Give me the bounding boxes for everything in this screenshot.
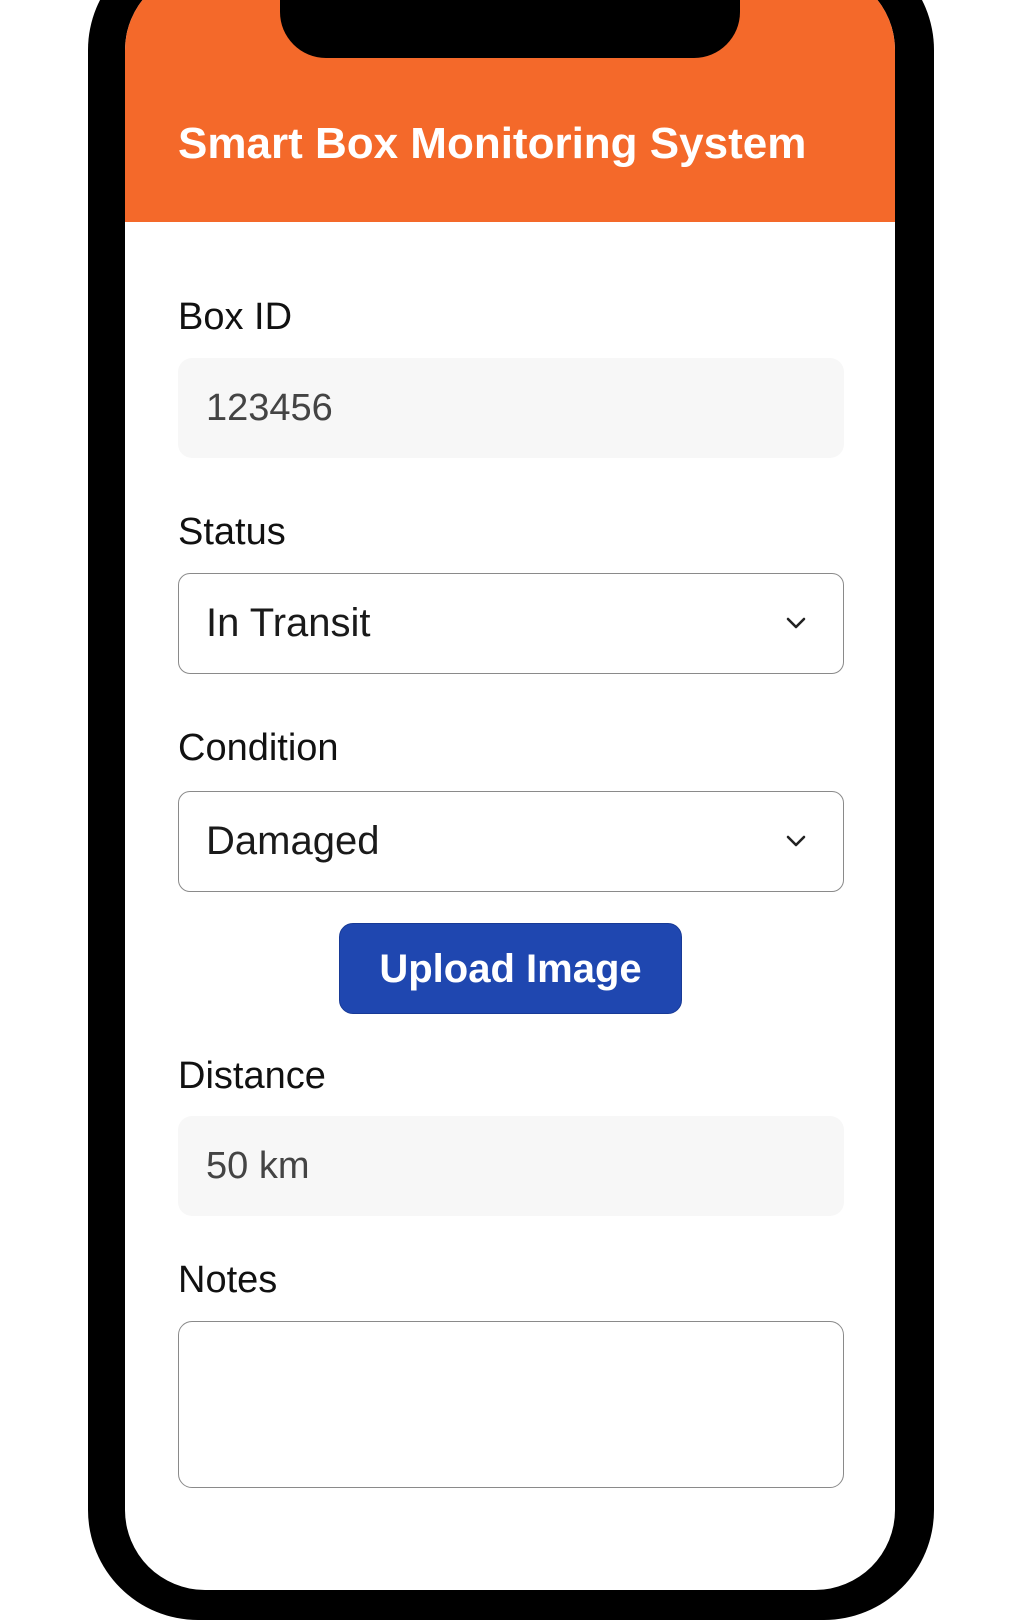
chevron-down-icon (786, 617, 806, 629)
condition-selected-value: Damaged (206, 819, 380, 863)
box-id-field[interactable]: 123456 (178, 358, 844, 458)
app-header: Smart Box Monitoring System (125, 0, 895, 222)
box-id-label: Box ID (178, 296, 293, 338)
distance-label: Distance (178, 1055, 326, 1097)
phone-notch (280, 0, 740, 58)
status-selected-value: In Transit (206, 601, 371, 645)
notes-label: Notes (178, 1259, 278, 1301)
status-select[interactable]: In Transit (178, 573, 844, 674)
condition-select[interactable]: Damaged (178, 791, 844, 892)
phone-screen: Smart Box Monitoring System Box ID 12345… (125, 0, 895, 1590)
upload-image-button[interactable]: Upload Image (339, 923, 682, 1014)
app-title: Smart Box Monitoring System (178, 119, 807, 168)
notes-textarea[interactable] (178, 1321, 844, 1488)
status-label: Status (178, 511, 286, 553)
condition-label: Condition (178, 727, 339, 769)
distance-field[interactable]: 50 km (178, 1116, 844, 1216)
chevron-down-icon (786, 835, 806, 847)
